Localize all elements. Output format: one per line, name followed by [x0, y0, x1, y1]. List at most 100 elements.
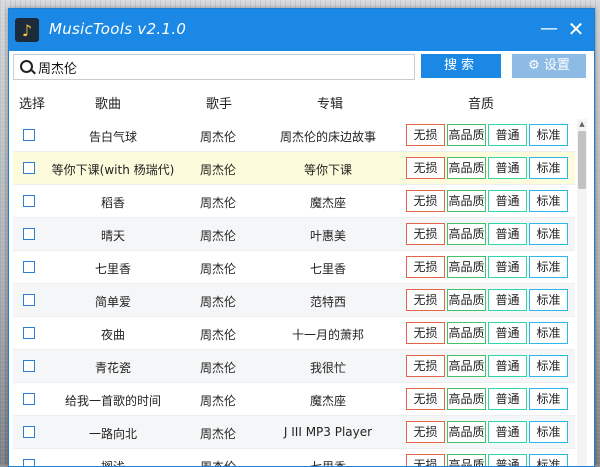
normal-quality-button[interactable]: 普通 [488, 190, 527, 212]
song-title: 给我一首歌的时间 [64, 394, 161, 408]
standard-quality-button[interactable]: 标准 [529, 256, 568, 278]
high-quality-button[interactable]: 高品质 [447, 223, 486, 245]
table-row[interactable]: 一路向北 周杰伦 J III MP3 Player 无损 高品质 普通 标准 [13, 416, 575, 449]
album-name: J III MP3 Player [283, 425, 373, 439]
standard-quality-button[interactable]: 标准 [529, 421, 568, 443]
table-row[interactable]: 稻香 周杰伦 魔杰座 无损 高品质 普通 标准 [13, 185, 575, 218]
song-title: 稻香 [100, 196, 125, 210]
song-title: 告白气球 [88, 130, 137, 144]
song-title: 等你下课(with 杨瑞代) [51, 163, 175, 177]
table-row[interactable]: 夜曲 周杰伦 十一月的萧邦 无损 高品质 普通 标准 [13, 317, 575, 350]
high-quality-button[interactable]: 高品质 [447, 322, 486, 344]
normal-quality-button[interactable]: 普通 [488, 124, 527, 146]
minimize-button[interactable]: — [539, 19, 559, 39]
standard-quality-button[interactable]: 标准 [529, 190, 568, 212]
album-name: 我很忙 [309, 361, 346, 375]
album-name: 魔杰座 [309, 394, 346, 408]
lossless-button[interactable]: 无损 [406, 157, 445, 179]
lossless-button[interactable]: 无损 [406, 421, 445, 443]
lossless-button[interactable]: 无损 [406, 289, 445, 311]
high-quality-button[interactable]: 高品质 [447, 157, 486, 179]
scrollbar-thumb[interactable] [578, 131, 586, 189]
row-checkbox[interactable] [23, 129, 35, 141]
row-checkbox[interactable] [23, 360, 35, 372]
settings-button[interactable]: ⚙ 设置 [512, 54, 586, 78]
search-box[interactable] [13, 54, 415, 80]
table-row[interactable]: 七里香 周杰伦 七里香 无损 高品质 普通 标准 [13, 251, 575, 284]
row-checkbox[interactable] [23, 426, 35, 438]
song-title: 一路向北 [88, 427, 137, 441]
lossless-button[interactable]: 无损 [406, 454, 445, 466]
lossless-button[interactable]: 无损 [406, 223, 445, 245]
scroll-up-icon[interactable]: ▲ [577, 119, 587, 129]
normal-quality-button[interactable]: 普通 [488, 157, 527, 179]
high-quality-button[interactable]: 高品质 [447, 289, 486, 311]
app-title: MusicTools v2.1.0 [49, 20, 187, 38]
music-note-icon: ♪ [15, 18, 39, 42]
song-title: 七里香 [94, 262, 131, 276]
normal-quality-button[interactable]: 普通 [488, 256, 527, 278]
normal-quality-button[interactable]: 普通 [488, 289, 527, 311]
normal-quality-button[interactable]: 普通 [488, 223, 527, 245]
singer-name: 周杰伦 [199, 229, 236, 243]
row-checkbox[interactable] [23, 195, 35, 207]
row-checkbox[interactable] [23, 162, 35, 174]
singer-name: 周杰伦 [199, 196, 236, 210]
row-checkbox[interactable] [23, 294, 35, 306]
album-name: 叶惠美 [309, 229, 346, 243]
album-name: 周杰伦的床边故事 [279, 130, 376, 144]
normal-quality-button[interactable]: 普通 [488, 421, 527, 443]
lossless-button[interactable]: 无损 [406, 190, 445, 212]
toolbar: 搜索 ⚙设置 [9, 54, 594, 82]
search-input[interactable] [38, 57, 408, 77]
close-button[interactable]: ✕ [566, 19, 586, 39]
table-header: 选择 歌曲 歌手 专辑 音质 [9, 93, 594, 115]
song-title: 青花瓷 [94, 361, 131, 375]
high-quality-button[interactable]: 高品质 [447, 388, 486, 410]
standard-quality-button[interactable]: 标准 [529, 157, 568, 179]
table-row[interactable]: 告白气球 周杰伦 周杰伦的床边故事 无损 高品质 普通 标准 [13, 119, 575, 152]
search-button[interactable]: 搜索 [421, 54, 501, 78]
row-checkbox[interactable] [23, 393, 35, 405]
high-quality-button[interactable]: 高品质 [447, 454, 486, 466]
table-row[interactable]: 等你下课(with 杨瑞代) 周杰伦 等你下课 无损 高品质 普通 标准 [13, 152, 575, 185]
standard-quality-button[interactable]: 标准 [529, 223, 568, 245]
singer-name: 周杰伦 [199, 427, 236, 441]
normal-quality-button[interactable]: 普通 [488, 355, 527, 377]
row-checkbox[interactable] [23, 261, 35, 273]
standard-quality-button[interactable]: 标准 [529, 322, 568, 344]
standard-quality-button[interactable]: 标准 [529, 355, 568, 377]
song-title: 简单爱 [94, 295, 131, 309]
high-quality-button[interactable]: 高品质 [447, 355, 486, 377]
normal-quality-button[interactable]: 普通 [488, 322, 527, 344]
standard-quality-button[interactable]: 标准 [529, 454, 568, 466]
title-bar[interactable]: ♪ MusicTools v2.1.0 — ✕ [9, 9, 594, 51]
normal-quality-button[interactable]: 普通 [488, 388, 527, 410]
normal-quality-button[interactable]: 普通 [488, 454, 527, 466]
table-row[interactable]: 简单爱 周杰伦 范特西 无损 高品质 普通 标准 [13, 284, 575, 317]
table-row[interactable]: 搁浅周杰伦七里香无损高品质普通标准 [13, 449, 575, 466]
high-quality-button[interactable]: 高品质 [447, 256, 486, 278]
lossless-button[interactable]: 无损 [406, 124, 445, 146]
gear-icon: ⚙ [528, 58, 540, 73]
lossless-button[interactable]: 无损 [406, 256, 445, 278]
table-row[interactable]: 晴天 周杰伦 叶惠美 无损 高品质 普通 标准 [13, 218, 575, 251]
standard-quality-button[interactable]: 标准 [529, 388, 568, 410]
row-checkbox[interactable] [23, 327, 35, 339]
song-table: 告白气球 周杰伦 周杰伦的床边故事 无损 高品质 普通 标准 等你下课(with 杨瑞代) 周杰… [13, 119, 575, 466]
row-checkbox[interactable] [23, 228, 35, 240]
song-title: 夜曲 [100, 328, 125, 342]
high-quality-button[interactable]: 高品质 [447, 124, 486, 146]
header-select: 选择 [19, 97, 46, 112]
lossless-button[interactable]: 无损 [406, 388, 445, 410]
high-quality-button[interactable]: 高品质 [447, 421, 486, 443]
standard-quality-button[interactable]: 标准 [529, 289, 568, 311]
high-quality-button[interactable]: 高品质 [447, 190, 486, 212]
table-row[interactable]: 给我一首歌的时间 周杰伦 魔杰座 无损 高品质 普通 标准 [13, 383, 575, 416]
lossless-button[interactable]: 无损 [406, 322, 445, 344]
table-row[interactable]: 青花瓷 周杰伦 我很忙 无损 高品质 普通 标准 [13, 350, 575, 383]
standard-quality-button[interactable]: 标准 [529, 124, 568, 146]
lossless-button[interactable]: 无损 [406, 355, 445, 377]
album-name: 七里香 [309, 262, 346, 276]
album-name: 范特西 [309, 295, 346, 309]
